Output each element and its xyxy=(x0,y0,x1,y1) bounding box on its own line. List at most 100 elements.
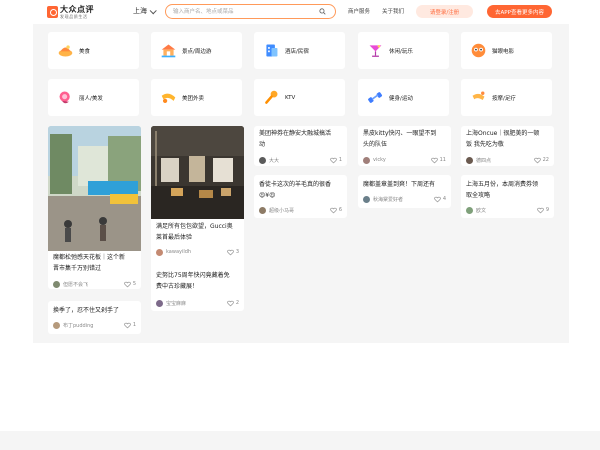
post-footer: 宝宝麻麻 2 xyxy=(156,299,239,307)
feed-card[interactable]: 上海五月份，本周消费券领 取全攻略 欧文 9 xyxy=(461,175,554,218)
post-footer: 大大 1 xyxy=(259,156,342,164)
category-takeout[interactable]: 美团外卖 xyxy=(151,79,242,116)
category-fitness[interactable]: 健身/运动 xyxy=(358,79,449,116)
author-name: 大大 xyxy=(269,157,280,164)
beauty-icon xyxy=(59,91,70,104)
post-title: 上海五月份，本周消费券领 取全攻略 xyxy=(466,181,539,199)
category-ktv[interactable]: KTV xyxy=(254,79,345,116)
post-title: 换季了，忍不住又剁手了 xyxy=(53,307,120,314)
avatar xyxy=(363,195,370,203)
login-button[interactable]: 请登录/注册 xyxy=(416,5,473,18)
like-count: 5 xyxy=(132,281,136,287)
like-count: 1 xyxy=(132,322,136,328)
category-beauty[interactable]: 丽人/美发 xyxy=(48,79,139,116)
city-selector[interactable]: 上海 xyxy=(133,6,157,16)
main-panel: 美食 景点/周边游 酒店/民宿 休闲/玩乐 猫眼电影 丽人/美发 美团外卖 KT… xyxy=(33,24,569,343)
post-title: 满足所有包包欲望，Gucci奥 莱首最后体验 xyxy=(156,223,233,241)
heart-icon[interactable] xyxy=(227,249,234,256)
search-input[interactable] xyxy=(173,7,313,17)
heart-icon[interactable] xyxy=(227,300,234,307)
like-count: 11 xyxy=(439,157,446,163)
author-name: 宝宝麻麻 xyxy=(166,300,187,307)
feed-card[interactable]: 满足所有包包欲望，Gucci奥 莱首最后体验 kawayildh 3 xyxy=(151,126,244,284)
category-food[interactable]: 美食 xyxy=(48,32,139,69)
like-count: 3 xyxy=(235,249,239,255)
category-scenic[interactable]: 景点/周边游 xyxy=(151,32,242,69)
logo-title: 大众点评 xyxy=(60,4,94,14)
avatar xyxy=(259,156,266,164)
post-footer: 德四点 22 xyxy=(466,156,549,164)
feed-card[interactable]: 美团神券在静安大融城搞活动 大大 1 xyxy=(254,126,347,166)
post-footer: 欧文 9 xyxy=(466,206,549,214)
search-icon[interactable] xyxy=(319,8,326,15)
like-count: 4 xyxy=(442,196,446,202)
post-footer: kawayildh 3 xyxy=(156,248,239,256)
heart-icon[interactable] xyxy=(430,157,438,164)
avatar xyxy=(466,206,473,214)
feed-card[interactable]: 史努比75周年快闪竟藏着免 费中古珍藏展！ 宝宝麻麻 2 xyxy=(151,266,244,311)
author-name: vicky xyxy=(373,157,386,163)
logo-subtitle: 发现品质生活 xyxy=(60,13,88,19)
takeout-icon xyxy=(161,93,176,104)
heart-icon[interactable] xyxy=(533,157,541,164)
shop-interior-photo xyxy=(151,126,244,219)
feed-card[interactable]: 香徒卡这次的羊毛真的很香 😍¥😍 超级小马哥 6 xyxy=(254,175,347,218)
feed-card[interactable]: 魔都松弛感天花板｜这个新 晋市集千万别错过 但愿不会飞 5 xyxy=(48,126,141,289)
chevron-down-icon xyxy=(149,6,157,14)
heart-icon[interactable] xyxy=(434,196,441,203)
logo[interactable]: 大众点评 发现品质生活 xyxy=(47,2,94,22)
dianping-logo-icon xyxy=(47,6,58,18)
avatar xyxy=(156,248,163,256)
dumbbell-icon xyxy=(368,92,383,103)
avatar xyxy=(156,299,163,307)
post-title: 魔都松弛感天花板｜这个新 晋市集千万别错过 xyxy=(53,254,126,272)
like-count: 9 xyxy=(545,207,549,213)
author-name: 但愿不会飞 xyxy=(63,281,89,288)
merchant-service-link[interactable]: 商户服务 xyxy=(348,7,370,15)
microphone-icon xyxy=(265,90,278,104)
heart-icon[interactable] xyxy=(330,157,337,164)
top-header: 大众点评 发现品质生活 上海 商户服务 关于我们 请登录/注册 去APP查看更多… xyxy=(0,0,600,24)
feed-card[interactable]: 上海Oncue｜很肥美的一顿饭 我先吃为敬 德四点 22 xyxy=(461,126,554,166)
street-market-photo xyxy=(48,126,141,251)
avatar xyxy=(466,156,473,164)
search-box[interactable] xyxy=(165,4,336,19)
post-footer: 但愿不会飞 5 xyxy=(53,280,136,288)
feed-card[interactable]: 魔都盖章盖到爽！下周还有 秋海棠爱好者 4 xyxy=(358,175,451,208)
author-name: kawayildh xyxy=(166,249,192,255)
author-name: 超级小马哥 xyxy=(269,207,295,214)
category-leisure[interactable]: 休闲/玩乐 xyxy=(358,32,449,69)
post-title: 史努比75周年快闪竟藏着免 费中古珍藏展！ xyxy=(156,272,230,290)
heart-icon[interactable] xyxy=(330,207,337,214)
category-hotel[interactable]: 酒店/民宿 xyxy=(254,32,345,69)
avatar xyxy=(259,206,266,214)
heart-icon[interactable] xyxy=(124,322,131,329)
like-count: 22 xyxy=(542,157,549,163)
post-title: 上海Oncue｜很肥美的一顿饭 我先吃为敬 xyxy=(466,130,540,148)
heart-icon[interactable] xyxy=(537,207,544,214)
open-app-button[interactable]: 去APP查看更多内容 xyxy=(487,5,552,18)
author-name: 秋海棠爱好者 xyxy=(373,196,404,203)
about-us-link[interactable]: 关于我们 xyxy=(382,7,404,15)
post-footer: vicky 11 xyxy=(363,156,446,164)
avatar xyxy=(53,321,60,329)
footer-band xyxy=(0,431,600,450)
like-count: 1 xyxy=(338,157,342,163)
like-count: 2 xyxy=(235,300,239,306)
post-title: 美团神券在静安大融城搞活动 xyxy=(259,130,332,148)
feed-card[interactable]: 换季了，忍不住又剁手了 布丁pudding 1 xyxy=(48,301,141,334)
feed-card[interactable]: 黑皮kitty快闪、一眼望不到 头的队伍 vicky 11 xyxy=(358,126,451,166)
cocktail-icon xyxy=(369,44,382,57)
avatar xyxy=(53,280,60,288)
author-name: 德四点 xyxy=(476,157,492,164)
post-title: 魔都盖章盖到爽！下周还有 xyxy=(363,181,436,188)
post-title: 香徒卡这次的羊毛真的很香 😍¥😍 xyxy=(259,181,332,199)
category-movie[interactable]: 猫眼电影 xyxy=(461,32,552,69)
scenic-icon xyxy=(161,44,176,58)
post-image xyxy=(151,126,244,219)
post-title: 黑皮kitty快闪、一眼望不到 头的队伍 xyxy=(363,130,437,148)
hotel-icon xyxy=(266,44,278,57)
heart-icon[interactable] xyxy=(124,281,131,288)
like-count: 6 xyxy=(338,207,342,213)
category-massage[interactable]: 按摩/足疗 xyxy=(461,79,552,116)
